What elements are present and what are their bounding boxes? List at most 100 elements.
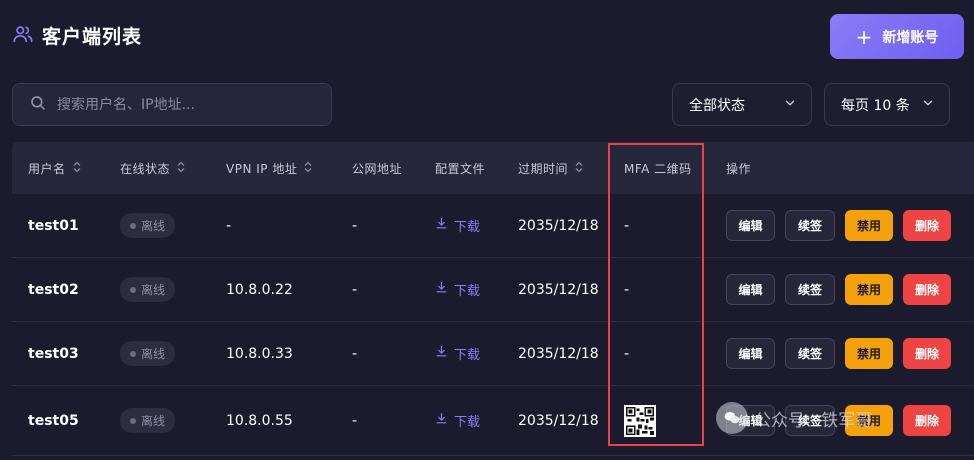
column-header-mfa: MFA 二维码: [624, 142, 692, 194]
mfa-cell: -: [624, 258, 629, 321]
column-label: 过期时间: [518, 161, 569, 176]
public-ip-cell: -: [352, 345, 358, 362]
delete-button[interactable]: 删除: [903, 338, 951, 369]
renew-button[interactable]: 续签: [785, 405, 835, 436]
edit-button[interactable]: 编辑: [726, 338, 775, 369]
edit-button[interactable]: 编辑: [726, 274, 775, 305]
download-link[interactable]: 下载: [435, 411, 480, 430]
username-cell: test05: [28, 412, 79, 429]
renew-button[interactable]: 续签: [785, 338, 835, 369]
column-header-username[interactable]: 用户名: [28, 142, 82, 194]
toolbar: 全部状态 每页 10 条: [12, 83, 950, 127]
download-label: 下载: [454, 348, 481, 363]
config-cell: 下载: [435, 194, 480, 257]
status-filter-value: 全部状态: [689, 97, 745, 114]
sort-icon: [72, 161, 82, 176]
column-header-config: 配置文件: [435, 142, 485, 194]
status-dot-icon: [130, 286, 136, 293]
edit-button[interactable]: 编辑: [726, 405, 775, 436]
delete-button[interactable]: 删除: [903, 274, 951, 305]
public-ip-cell: -: [352, 412, 358, 429]
public-ip-cell: -: [352, 217, 358, 234]
column-label: MFA 二维码: [624, 161, 692, 176]
column-label: VPN IP 地址: [226, 161, 298, 176]
row-actions: 编辑 续签 禁用 删除: [726, 258, 951, 321]
download-link[interactable]: 下载: [435, 216, 480, 235]
column-header-expire[interactable]: 过期时间: [518, 142, 584, 194]
status-text: 离线: [141, 414, 166, 428]
sort-icon: [574, 161, 584, 176]
edit-button[interactable]: 编辑: [726, 210, 775, 241]
expire-cell: 2035/12/18: [518, 412, 599, 429]
download-label: 下载: [454, 284, 481, 299]
title-group: 客户端列表: [12, 22, 142, 49]
download-icon: [435, 281, 448, 298]
table-row: test05 离线 10.8.0.55 - 下载 2035/12/18 编辑 续…: [12, 386, 974, 456]
status-cell: 离线: [120, 322, 176, 385]
status-dot-icon: [130, 350, 136, 357]
public-ip-cell: -: [352, 281, 358, 298]
status-dot-icon: [130, 417, 136, 424]
download-link[interactable]: 下载: [435, 280, 480, 299]
add-account-button[interactable]: + 新增账号: [830, 14, 964, 59]
column-label: 配置文件: [435, 161, 486, 176]
status-badge: 离线: [120, 277, 176, 302]
add-account-label: 新增账号: [882, 29, 939, 46]
page-title: 客户端列表: [42, 26, 143, 48]
status-text: 离线: [141, 219, 166, 233]
renew-button[interactable]: 续签: [785, 274, 835, 305]
disable-button[interactable]: 禁用: [845, 405, 893, 436]
table-row: test03 离线 10.8.0.33 - 下载 2035/12/18 - 编辑…: [12, 322, 974, 386]
vpn-ip-cell: 10.8.0.22: [226, 281, 293, 298]
column-header-status[interactable]: 在线状态: [120, 142, 186, 194]
sort-icon: [303, 161, 313, 176]
chevron-down-icon: [921, 96, 935, 114]
config-cell: 下载: [435, 386, 480, 455]
disable-button[interactable]: 禁用: [845, 338, 893, 369]
chevron-down-icon: [783, 96, 797, 114]
status-cell: 离线: [120, 386, 176, 455]
page-size-select[interactable]: 每页 10 条: [824, 83, 950, 126]
mfa-value: -: [624, 281, 630, 298]
column-label: 操作: [726, 161, 752, 176]
disable-button[interactable]: 禁用: [845, 274, 893, 305]
renew-button[interactable]: 续签: [785, 210, 835, 241]
column-header-vpn-ip[interactable]: VPN IP 地址: [226, 142, 313, 194]
status-text: 离线: [141, 347, 166, 361]
table-header: 用户名 在线状态 VPN IP 地址 公网地址 配置文件 过期时间 MFA 二维…: [12, 142, 974, 194]
download-icon: [435, 345, 448, 362]
column-label: 在线状态: [120, 161, 171, 176]
status-filter-select[interactable]: 全部状态: [672, 83, 812, 126]
page-header: 客户端列表 + 新增账号: [12, 14, 964, 59]
table-row: test01 离线 - - 下载 2035/12/18 - 编辑 续签 禁用 删…: [12, 194, 974, 258]
download-link[interactable]: 下载: [435, 344, 480, 363]
search-box: [12, 83, 332, 126]
sort-icon: [176, 161, 186, 176]
row-actions: 编辑 续签 禁用 删除: [726, 386, 951, 455]
download-label: 下载: [454, 220, 481, 235]
users-icon: [12, 23, 34, 49]
search-input[interactable]: [57, 96, 307, 113]
status-text: 离线: [141, 283, 166, 297]
qr-code-icon[interactable]: [624, 404, 656, 437]
disable-button[interactable]: 禁用: [845, 210, 893, 241]
vpn-ip-cell: 10.8.0.55: [226, 412, 293, 429]
row-actions: 编辑 续签 禁用 删除: [726, 322, 951, 385]
expire-cell: 2035/12/18: [518, 217, 599, 234]
mfa-cell: -: [624, 194, 629, 257]
column-label: 用户名: [28, 161, 66, 176]
status-cell: 离线: [120, 194, 176, 257]
table-row: test02 离线 10.8.0.22 - 下载 2035/12/18 - 编辑…: [12, 258, 974, 322]
download-icon: [435, 412, 448, 429]
expire-cell: 2035/12/18: [518, 345, 599, 362]
download-icon: [435, 217, 448, 234]
status-badge: 离线: [120, 213, 176, 238]
row-actions: 编辑 续签 禁用 删除: [726, 194, 951, 257]
delete-button[interactable]: 删除: [903, 210, 951, 241]
column-header-actions: 操作: [726, 142, 751, 194]
delete-button[interactable]: 删除: [903, 405, 951, 436]
username-cell: test03: [28, 345, 79, 362]
mfa-value: -: [624, 345, 630, 362]
plus-icon: +: [855, 24, 873, 49]
mfa-cell: -: [624, 322, 629, 385]
